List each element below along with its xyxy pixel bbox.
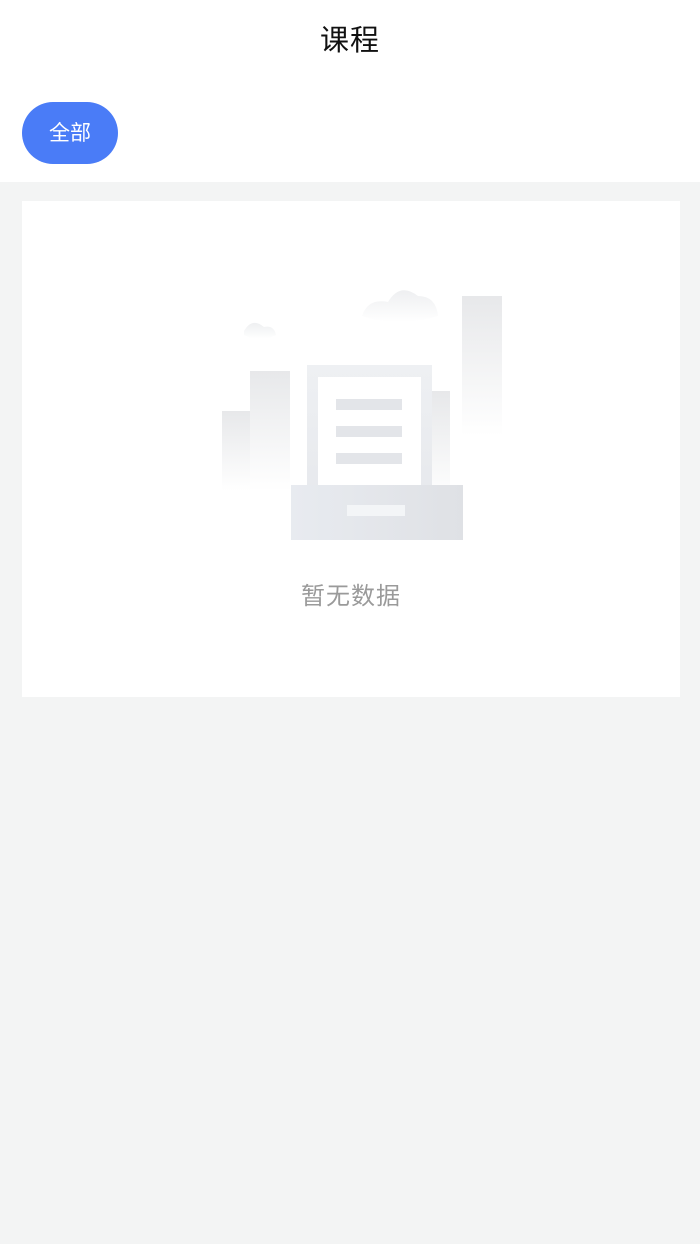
- empty-document-illustration: [222, 290, 502, 540]
- filter-all-button[interactable]: 全部: [22, 102, 118, 164]
- empty-state-message: 暂无数据: [301, 582, 401, 610]
- courses-page: 课程 全部 暂无数据: [0, 0, 700, 1244]
- header: 课程 全部: [0, 0, 700, 182]
- page-title: 课程: [319, 23, 380, 57]
- empty-state-card: 暂无数据: [22, 201, 680, 697]
